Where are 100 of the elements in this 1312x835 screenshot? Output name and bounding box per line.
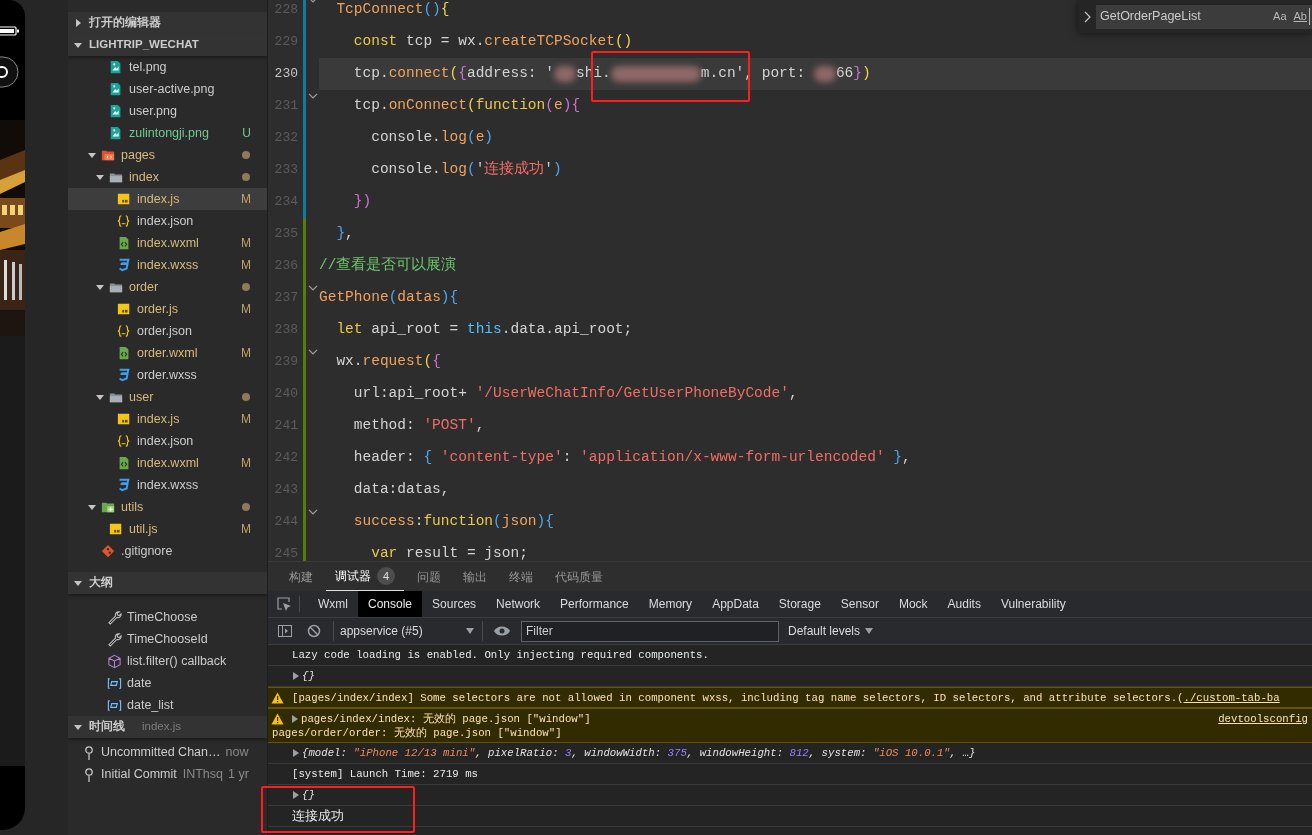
file-name: tel.png [129,58,168,76]
panel-tab[interactable]: 输出 [454,562,496,591]
file-item[interactable]: order.json [68,320,267,342]
panel-tab[interactable]: 问题 [408,562,450,591]
js-file-icon [117,302,131,316]
source-link[interactable]: devtoolsconfig [1218,711,1308,728]
section-header[interactable]: 时间线 index.js [68,716,267,738]
levels-dropdown[interactable]: Default levels [788,622,874,640]
commit-icon [84,744,94,760]
select-value: appservice (#5) [340,623,423,640]
devtools-tab[interactable]: Storage [768,591,831,617]
battery-icon [0,26,20,36]
section-header[interactable]: 打开的编辑器 [68,12,267,34]
section-header[interactable]: LIGHTRIP_WECHAT [68,34,267,56]
code-line: data:datas, [352,480,450,500]
outline-item[interactable]: date_list [68,694,267,716]
braces-icon [117,324,131,338]
file-name: zulintongji.png [129,124,210,142]
git-status: M [241,345,251,362]
file-name: index.wxml [137,454,200,472]
outline-item[interactable]: TimeChooseId [68,628,267,650]
code-file-icon [117,456,131,470]
file-item[interactable]: index.wxss [68,474,267,496]
devtools-tab[interactable]: Network [486,591,551,617]
git-status: M [241,257,251,274]
context-select[interactable]: appservice (#5) [333,621,483,641]
file-name: user-active.png [129,80,216,98]
image-file-icon [109,60,123,74]
folder-item[interactable]: order [68,276,267,298]
folder-item[interactable]: utils [68,496,267,518]
file-item[interactable]: index.json [68,430,267,452]
devtools-tab[interactable]: Audits [937,591,991,617]
file-name: index.wxss [137,256,200,274]
file-name: order [129,278,160,296]
file-item[interactable]: index.js M [68,188,267,210]
file-link[interactable]: ./custom-tab-ba [1183,690,1280,707]
file-item[interactable]: order.js M [68,298,267,320]
devtools-tab[interactable]: Mock [888,591,938,617]
panel-tab[interactable]: 构建 [280,562,322,591]
file-item[interactable]: index.wxss M [68,254,267,276]
file-item[interactable]: order.wxss [68,364,267,386]
clear-icon [307,624,321,638]
folder-item[interactable]: user [68,386,267,408]
redaction-blur [553,66,576,82]
code-line: method: 'POST', [352,416,485,436]
outline-item[interactable]: date [68,672,267,694]
warning-icon [271,713,284,725]
image-file-icon [109,104,123,118]
outline-item[interactable]: TimeChoose [68,606,267,628]
inspect-icon [275,596,292,612]
panel-tab[interactable]: 终端 [500,562,542,591]
folder-item[interactable]: index [68,166,267,188]
git-status: M [241,455,251,472]
file-item[interactable]: index.wxml M [68,232,267,254]
file-item[interactable]: util.js M [68,518,267,540]
timeline-item[interactable]: Uncommitted Chan… now [68,741,267,763]
code-line: TcpConnect(){ [335,0,450,20]
section-title: 时间线 [89,719,125,735]
code-line: header: { 'content-type': 'application/x-www-form-urlencoded' }, [352,448,911,468]
file-name: order.wxml [137,344,199,362]
devtools-tab[interactable]: Memory [638,591,703,617]
file-item[interactable]: zulintongji.png U [68,122,267,144]
match-case-toggle[interactable]: Aa [1271,8,1289,25]
file-item[interactable]: user-active.png [68,78,267,100]
braces-icon [117,434,131,448]
file-item[interactable]: .gitignore [68,540,267,562]
devtools-tab[interactable]: Sources [422,591,487,617]
devtools-tab[interactable]: Performance [550,591,639,617]
file-item[interactable]: index.js M [68,408,267,430]
file-item[interactable]: order.wxml M [68,342,267,364]
section-header[interactable]: 大纲 [68,572,267,594]
file-name: .gitignore [121,542,174,560]
caret-icon [96,283,104,291]
devtools-tab[interactable]: Console [358,591,423,617]
panel-tab[interactable]: 代码质量 [546,562,612,591]
timeline-item[interactable]: Initial Commit INThsq 1 yr [68,763,267,785]
css-file-icon [117,368,131,382]
git-status: M [241,411,251,428]
folder-item[interactable]: pages [68,144,267,166]
caret-icon [74,19,82,27]
file-item[interactable]: index.json [68,210,267,232]
filter-field[interactable]: Filter [521,620,779,642]
expand-triangle-icon [293,791,299,799]
file-item[interactable]: tel.png [68,56,267,78]
whole-word-toggle[interactable]: Ab [1291,8,1310,25]
caret-icon [96,173,104,181]
file-name: util.js [129,520,159,538]
outline-item[interactable]: list.filter() callback [68,650,267,672]
devtools-tab[interactable]: Wxml [308,591,358,617]
devtools-tab[interactable]: AppData [702,591,769,617]
commit-message: Initial Commit [101,765,177,783]
file-item[interactable]: user.png [68,100,267,122]
folder-icon [101,148,115,162]
file-item[interactable]: index.wxml M [68,452,267,474]
line-number: 230 [273,65,298,84]
expand-triangle-icon [293,749,299,757]
code-line: //查看是否可以展演 [319,256,457,276]
devtools-tab[interactable]: Sensor [830,591,889,617]
find-field[interactable]: GetOrderPageList Aa Ab [1096,4,1312,29]
devtools-tab[interactable]: Vulnerability [990,591,1076,617]
